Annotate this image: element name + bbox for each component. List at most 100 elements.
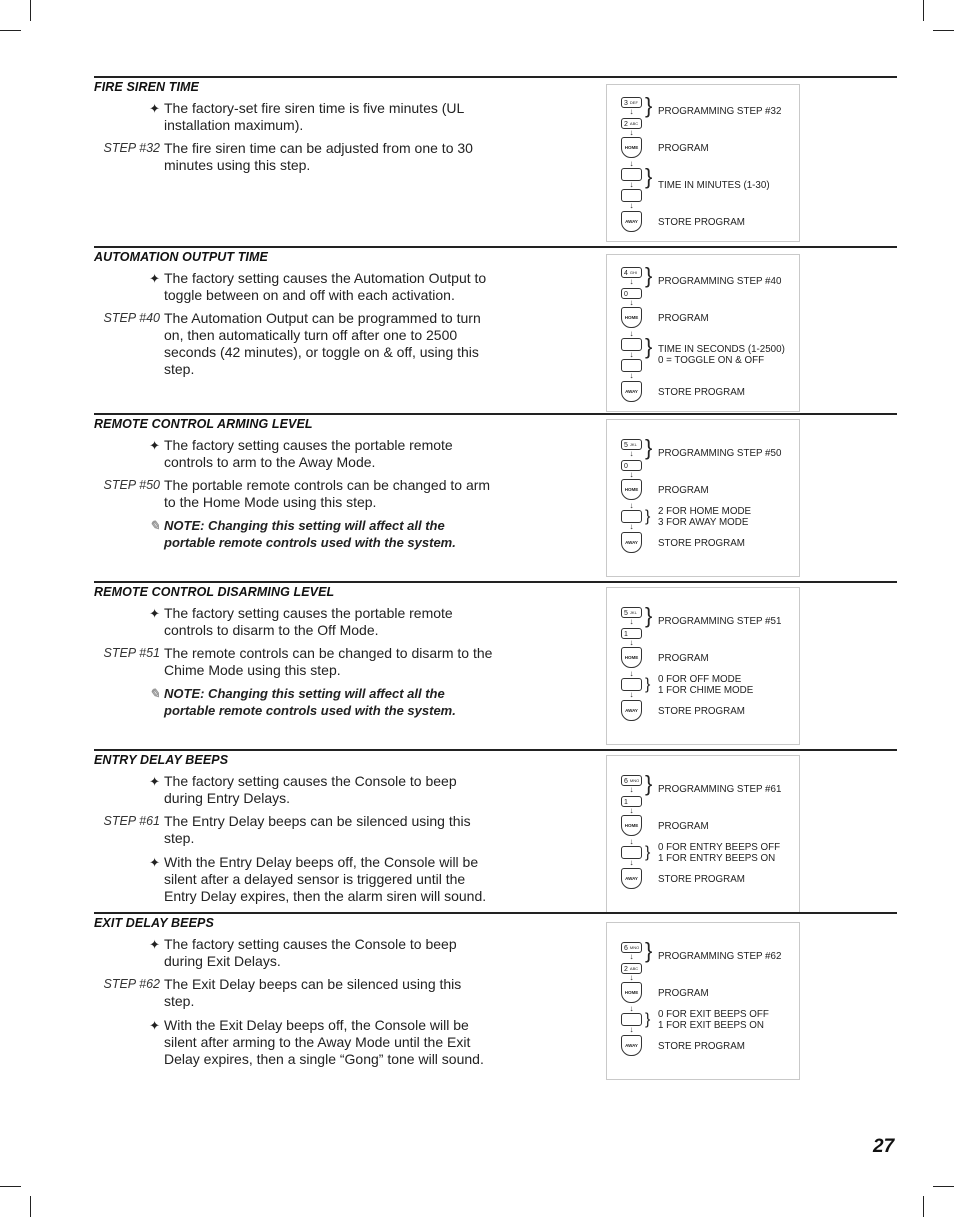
paragraph-text: The factory setting causes the portable …	[164, 605, 453, 638]
brace-icon: }	[645, 771, 653, 796]
store-program-label: STORE PROGRAM	[658, 387, 745, 398]
entry-label: TIME IN SECONDS (1-2500)	[658, 344, 785, 355]
key-letters: MNO	[629, 778, 640, 783]
crop-mark	[933, 1186, 954, 1187]
key-letters: JKL	[629, 442, 637, 447]
brace-icon: }	[645, 435, 653, 460]
arrow-down-icon: ↓	[629, 501, 634, 510]
arrow-down-icon: ↓	[629, 159, 634, 168]
step-label: PROGRAMMING STEP #51	[658, 616, 782, 627]
arrow-down-icon: ↓	[629, 617, 634, 626]
key-number: 0	[624, 462, 628, 470]
entry-label: 2 FOR HOME MODE	[658, 505, 752, 517]
section-automation-output-time: AUTOMATION OUTPUT TIME ✦ The factory setti…	[94, 246, 897, 412]
program-label: PROGRAM	[658, 653, 709, 664]
home-key: HOME	[621, 137, 642, 158]
section-title: FIRE SIREN TIME	[94, 80, 199, 94]
arrow-down-icon: ↓	[629, 973, 634, 982]
arrow-down-icon: ↓	[629, 350, 634, 359]
bullet-paragraph: ✦ The factory setting causes the Console …	[149, 773, 494, 807]
paragraph-text: The factory setting causes the portable …	[164, 437, 453, 470]
home-key: HOME	[621, 815, 642, 836]
crop-mark	[30, 0, 31, 21]
crop-mark	[923, 1196, 924, 1217]
entry-label: 0 = TOGGLE ON & OFF	[658, 355, 765, 366]
bullet-paragraph: ✦ With the Exit Delay beeps off, the Cons…	[149, 1017, 494, 1068]
crop-mark	[0, 30, 21, 31]
home-key: HOME	[621, 307, 642, 328]
pencil-note-icon: ✎	[149, 518, 160, 533]
key-number: 6	[624, 777, 628, 785]
arrow-down-icon: ↓	[629, 201, 634, 210]
brace-icon: }	[645, 263, 653, 288]
program-label: PROGRAM	[658, 485, 709, 496]
step-paragraph: STEP #32 The fire siren time can be adjus…	[103, 140, 494, 174]
step-label: STEP #40	[103, 311, 160, 325]
arrow-down-icon: ↓	[629, 107, 634, 116]
paragraph-text: The factory setting causes the Automatio…	[164, 270, 487, 303]
section-title: AUTOMATION OUTPUT TIME	[94, 250, 268, 264]
key-letters: ABC	[629, 121, 639, 126]
section-title: ENTRY DELAY BEEPS	[94, 753, 229, 767]
arrow-down-icon: ↓	[629, 470, 634, 479]
program-label: PROGRAM	[658, 313, 709, 324]
store-program-label: STORE PROGRAM	[658, 706, 745, 717]
key-number: 3	[624, 99, 628, 107]
step-label: PROGRAMMING STEP #32	[658, 106, 782, 117]
section-title: EXIT DELAY BEEPS	[94, 916, 214, 930]
bullet-paragraph: ✦ The factory-set fire siren time is five…	[149, 100, 494, 134]
away-key: AWAY	[621, 700, 642, 721]
page-number: 27	[873, 1136, 895, 1157]
key-letters: ABC	[629, 966, 639, 971]
paragraph-text: The fire siren time can be adjusted from…	[164, 140, 473, 173]
away-key: AWAY	[621, 1035, 642, 1056]
bullet-paragraph: ✦ With the Entry Delay beeps off, the Con…	[149, 854, 494, 905]
store-program-label: STORE PROGRAM	[658, 1041, 745, 1052]
away-key: AWAY	[621, 381, 642, 402]
bullet-paragraph: ✦ The factory setting causes the portable…	[149, 605, 494, 639]
step-paragraph: STEP #62 The Exit Delay beeps can be sile…	[103, 976, 494, 1010]
step-label: STEP #50	[103, 478, 160, 492]
arrow-down-icon: ↓	[629, 128, 634, 137]
paragraph-text: NOTE: Changing this setting will affect …	[164, 518, 456, 550]
section-entry-delay-beeps: ENTRY DELAY BEEPS ✦ The factory setting ca…	[94, 749, 897, 913]
key-number: 5	[624, 441, 628, 449]
arrow-down-icon: ↓	[629, 180, 634, 189]
diamond-bullet-icon: ✦	[149, 774, 160, 789]
keypad-programming-diagram: 6 MNO ↓ 1 ↓} PROGRAMMING STEP #61 HOME PROGRAM ↓…	[606, 755, 800, 913]
entry-label: 0 FOR OFF MODE	[658, 673, 742, 685]
paragraph-text: The remote controls can be changed to di…	[164, 645, 493, 678]
keypad-programming-diagram: 6 MNO ↓ 2 ABC ↓} PROGRAMMING STEP #62 HOME PROGR…	[606, 922, 800, 1080]
arrow-down-icon: ↓	[629, 298, 634, 307]
brace-icon: }	[645, 844, 651, 861]
bullet-paragraph: ✦ The factory setting causes the Automati…	[149, 270, 494, 304]
arrow-down-icon: ↓	[629, 1004, 634, 1013]
step-label: PROGRAMMING STEP #61	[658, 784, 782, 795]
note-paragraph: ✎ NOTE: Changing this setting will affect…	[149, 685, 494, 719]
section-remote-control-disarming-level: REMOTE CONTROL DISARMING LEVEL ✦ The facto…	[94, 581, 897, 745]
paragraph-text: The factory-set fire siren time is five …	[164, 100, 464, 133]
key-letters: DEF	[629, 100, 638, 105]
store-program-label: STORE PROGRAM	[658, 217, 745, 228]
key-number: 4	[624, 269, 628, 277]
home-key: HOME	[621, 647, 642, 668]
arrow-down-icon: ↓	[629, 449, 634, 458]
step-label: STEP #51	[103, 646, 160, 660]
paragraph-text: The Entry Delay beeps can be silenced us…	[164, 813, 471, 846]
entry-label: 1 FOR EXIT BEEPS ON	[658, 1019, 764, 1031]
home-key: HOME	[621, 982, 642, 1003]
brace-icon: }	[645, 603, 653, 628]
diamond-bullet-icon: ✦	[149, 438, 160, 453]
key-number: 5	[624, 609, 628, 617]
brace-icon: }	[645, 334, 653, 359]
away-key: AWAY	[621, 868, 642, 889]
arrow-down-icon: ↓	[629, 785, 634, 794]
store-program-label: STORE PROGRAM	[658, 538, 745, 549]
step-label: PROGRAMMING STEP #40	[658, 276, 782, 287]
pencil-note-icon: ✎	[149, 686, 160, 701]
paragraph-text: The factory setting causes the Console t…	[164, 773, 457, 806]
entry-label: 0 FOR ENTRY BEEPS OFF	[658, 841, 781, 853]
store-program-label: STORE PROGRAM	[658, 874, 745, 885]
paragraph-text: With the Exit Delay beeps off, the Conso…	[164, 1017, 484, 1067]
step-label: PROGRAMMING STEP #62	[658, 951, 782, 962]
